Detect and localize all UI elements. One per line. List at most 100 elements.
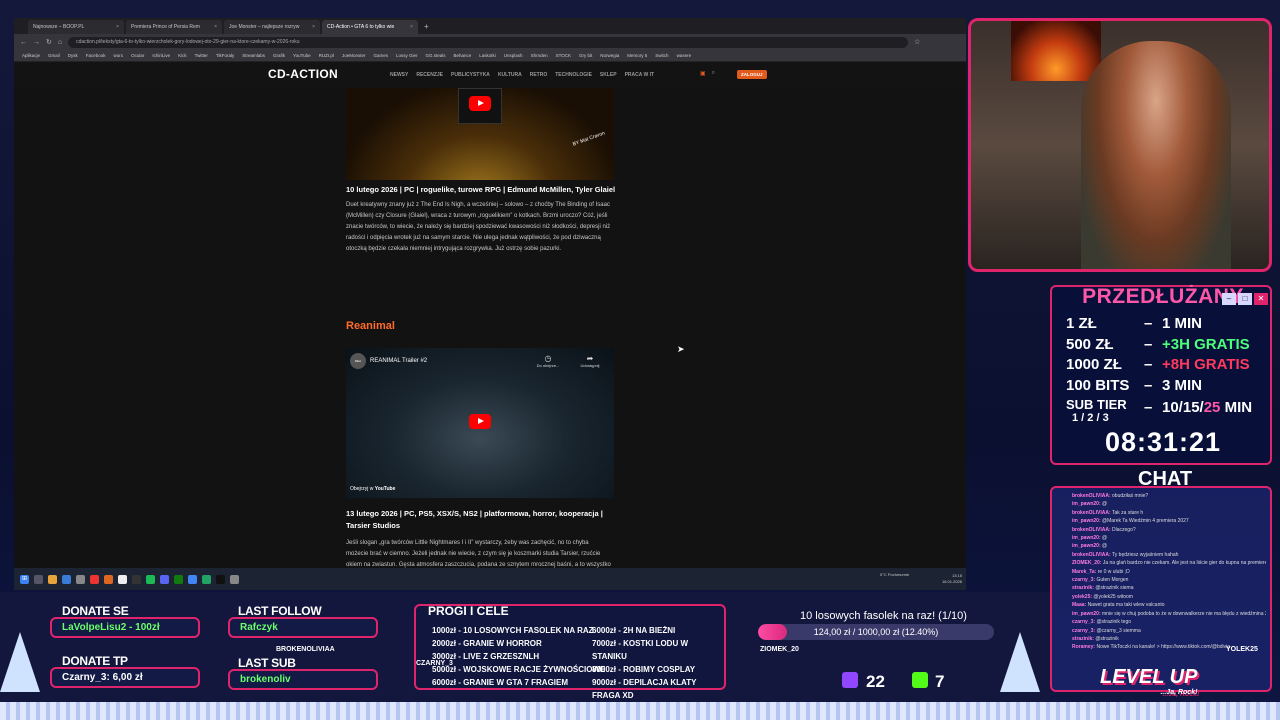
bookmark-item[interactable]: IchiriLive [152,53,170,58]
bookmark-item[interactable]: YouTube [293,53,311,58]
notification-icon[interactable]: ▣ [700,70,706,77]
bookmark-item[interactable]: GG.steals [426,53,446,58]
watch-later-button[interactable]: ◷ Do obejrze... [530,354,566,368]
bookmark-item[interactable]: RUZI.pl [319,53,334,58]
bookmark-item[interactable]: wasere [677,53,692,58]
play-icon[interactable] [469,96,491,111]
play-icon[interactable] [469,414,491,429]
minimize-icon: – [1222,293,1236,305]
taskbar-app-icon[interactable] [104,574,113,584]
close-tab-icon[interactable]: × [410,20,413,34]
bookmark-item[interactable]: JoeMonster [342,53,366,58]
taskbar-app-icon[interactable] [230,574,239,584]
game-description: Duet kreatywny znany już z The End Is Ni… [346,202,611,252]
nav-menu-item[interactable]: KULTURA [498,72,522,78]
bookmark-item[interactable]: Behance [454,53,472,58]
nav-menu-item[interactable]: NEWSY [390,72,408,78]
chat-message: im_pawn20: @Marek Ta Wiedźmin 4 premiera… [1072,517,1266,525]
streamer [1081,41,1231,269]
nav-menu-item[interactable]: SKLEP [600,72,617,78]
bookmark-item[interactable]: Unsplash [504,53,523,58]
browser-tab[interactable]: Premiera Prince of Persia Rem × [126,20,222,34]
bookmark-item[interactable]: Shrnden [531,53,548,58]
bookmarks-bar: Aplikacje Gmail Dysk Facebook worx Ocular Ichi… [14,50,966,62]
bookmark-item[interactable]: Streamlabs [242,53,265,58]
taskbar-app-icon[interactable] [76,574,85,584]
spotify-icon[interactable] [146,574,155,584]
taskbar-app-icon[interactable] [216,574,225,584]
chat-text: @strazinik [1095,635,1119,642]
close-tab-icon[interactable]: × [214,20,217,34]
close-tab-icon[interactable]: × [312,20,315,34]
bookmark-item[interactable]: Kick [178,53,187,58]
browser-tab[interactable]: Najnowsze – BOOP.PL × [28,20,124,34]
tab-label: CD-Action • GTA 6 to tylko wie [327,24,395,30]
reload-icon[interactable]: ↻ [46,38,52,46]
bookmark-item[interactable]: Laskotki [479,53,496,58]
bookmark-item[interactable]: Dysk [68,53,78,58]
maximize-icon: □ [1238,293,1252,305]
bookmark-item[interactable]: Norwegia [600,53,619,58]
url-input[interactable]: cdaction.pl/teksty/gta-6-to-tylko-wierzc… [68,36,909,48]
taskbar-app-icon[interactable] [34,574,43,584]
subathon-dash: – [1144,335,1153,353]
bookmark-item[interactable]: Ocular [131,53,144,58]
bookmark-item[interactable]: Lossy Gier [396,53,418,58]
watch-on-youtube[interactable]: Obejrzyj w YouTube [350,486,395,492]
nav-menu-item[interactable]: PRACA W IT [625,72,655,78]
taskbar-app-icon[interactable] [132,574,141,584]
home-icon[interactable]: ⌂ [58,39,62,46]
bookmark-item[interactable]: Gmail [48,53,60,58]
taskbar-app-icon[interactable] [118,574,127,584]
taskbar-app-icon[interactable] [62,574,71,584]
bookmark-item[interactable]: TikForaly [216,53,234,58]
artist-signature: BY Mat Cravon [572,130,607,148]
new-tab-icon[interactable]: + [420,20,433,34]
bookmark-item[interactable]: Games [373,53,388,58]
bookmark-item[interactable]: STOCK [556,53,571,58]
video-title[interactable]: REANIMAL Trailer #2 [370,358,427,364]
bookmark-item[interactable]: Facebook [86,53,106,58]
channel-avatar[interactable]: REA [350,353,366,369]
search-icon[interactable]: ⌕ [712,70,715,77]
nav-menu-item[interactable]: RETRO [530,72,548,78]
bookmark-item[interactable]: Aplikacje [22,53,40,58]
start-icon[interactable]: ⊞ [20,574,29,584]
taskbar-app-icon[interactable] [90,574,99,584]
excel-icon[interactable] [202,574,211,584]
chrome-icon[interactable] [188,574,197,584]
back-icon[interactable]: ← [20,39,27,46]
browser-tab[interactable]: Joe Monster – najlepsze rozryw × [224,20,320,34]
twitch-icon [842,672,858,688]
discord-icon[interactable] [160,574,169,584]
chat-panel: brokenOLIVIAA: obudziłaś mnie? im_pawn20:… [1050,486,1272,692]
video-embed-1[interactable]: BY Mat Cravon [346,88,614,180]
bookmark-item[interactable]: Switch [655,53,668,58]
bookmark-item[interactable]: Memory 5 [627,53,647,58]
chat-text: @strazinik siema [1095,585,1134,592]
taskbar-clock[interactable]: 13:15 16.01.2026 [942,573,962,585]
chat-text: @ [1102,543,1108,550]
bookmark-item[interactable]: Twitter [195,53,208,58]
forward-icon[interactable]: → [33,39,40,46]
game-heading: Reanimal [346,320,395,332]
web-page: CD-ACTION NEWSY RECENZJE PUBLICYSTYKA KULTU… [14,62,966,568]
login-button[interactable]: ZALOGUJ [737,70,767,79]
bookmark-item[interactable]: worx [114,53,124,58]
nav-menu-item[interactable]: RECENZJE [416,72,443,78]
folder-icon[interactable] [48,574,57,584]
nav-menu-item[interactable]: TECHNOLOGIE [555,72,592,78]
nav-menu-item[interactable]: PUBLICYSTYKA [451,72,490,78]
chat-username: yolek25: [1072,593,1094,600]
close-tab-icon[interactable]: × [116,20,119,34]
share-button[interactable]: ➦ Udostępnij [572,354,608,368]
weather-widget[interactable]: 0°C Pochmurnie [880,572,909,577]
xbox-icon[interactable] [174,574,183,584]
browser-tab[interactable]: CD-Action • GTA 6 to tylko wie × [322,20,418,34]
video-embed-2[interactable]: REA REANIMAL Trailer #2 ◷ Do obejrze... ➦… [346,348,614,498]
goal-item: 8000zł - ROBIMY COSPLAY [592,665,696,674]
site-logo[interactable]: CD-ACTION [268,67,338,81]
bookmark-item[interactable]: Gry bit [579,53,592,58]
bookmark-item[interactable]: Grafik [273,53,285,58]
star-icon[interactable]: ☆ [914,38,920,46]
